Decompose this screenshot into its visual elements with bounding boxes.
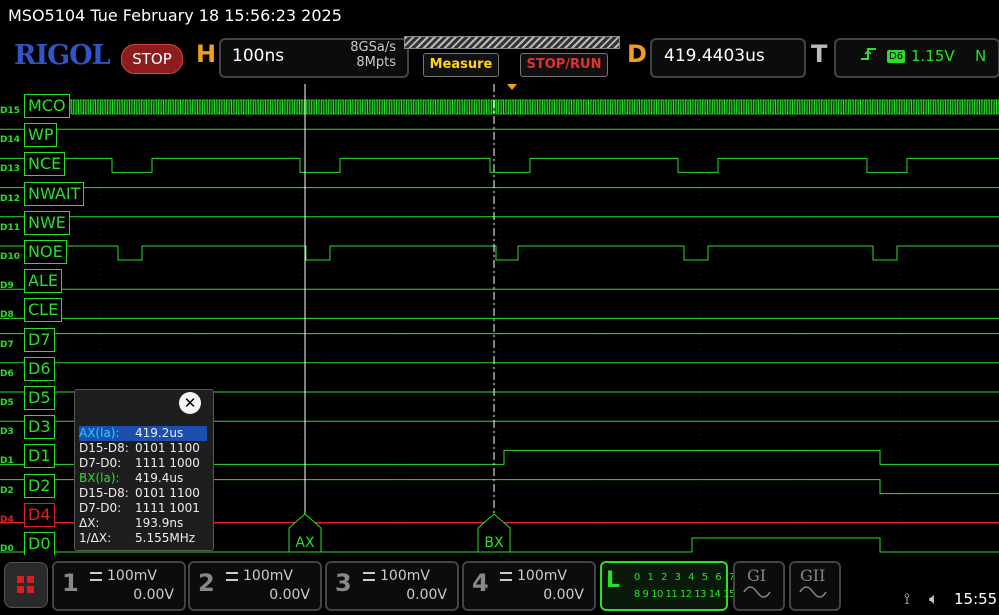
trigger-level: 1.15V (911, 47, 955, 65)
channel-tag-d0: D0 (0, 544, 14, 554)
channel-tag-d15: D15 (0, 106, 20, 116)
channel-label-cle[interactable]: CLE (24, 298, 63, 323)
generator-2-label: GII (800, 566, 826, 585)
grid (99, 84, 901, 554)
channel-label-d0[interactable]: D0 (24, 532, 55, 556)
channel-4-scale: 100mV (517, 568, 567, 584)
sine-wave-icon (799, 586, 827, 598)
sample-rate: 8GSa/s (350, 40, 396, 55)
channel-tag-d6: D6 (0, 368, 14, 379)
channel-tag-d3: D3 (0, 427, 14, 438)
channel-label-d7[interactable]: D7 (24, 327, 55, 352)
cursor-inverse-delta-x: 1/ΔX: 5.155MHz (79, 531, 196, 545)
window-title: MSO5104 Tue February 18 15:56:23 2025 (8, 6, 342, 25)
channel-2-scale: 100mV (243, 568, 293, 584)
trigger-source-badge: D6 (887, 50, 906, 63)
sine-wave-icon (743, 586, 771, 598)
channel-label-d4[interactable]: D4 (24, 502, 55, 527)
channel-1-offset: 0.00V (133, 587, 174, 603)
cursor-bx-high-byte: D15-D8: 0101 1100 (79, 486, 200, 500)
rigol-logo: RIGOL (14, 40, 111, 71)
channel-label-noe[interactable]: NOE (24, 240, 67, 264)
channel-tag-d4: D4 (0, 514, 14, 525)
dc-coupling-icon (363, 572, 375, 581)
la-channels-high: 8 9 10 11 12 13 14 15 (634, 589, 735, 600)
channel-label-d1[interactable]: D1 (24, 444, 55, 469)
dc-coupling-icon (226, 572, 238, 581)
trace-mco (69, 99, 999, 115)
cursor-bx-low-byte: D7-D0: 1111 1001 (79, 501, 200, 515)
cursor-bx-label: BX (484, 535, 504, 551)
channel-1-scale: 100mV (107, 568, 157, 584)
la-channels-low: 0 1 2 3 4 5 6 7 (634, 572, 738, 583)
clock: 15:55 (954, 590, 998, 608)
cursor-bx-row: BX(la): 419.4us (79, 471, 184, 485)
trace-nce (0, 157, 999, 173)
memory-depth: 8Mpts (356, 55, 396, 70)
trace-noe (0, 245, 999, 261)
close-icon[interactable]: ✕ (179, 392, 201, 414)
channel-label-d3[interactable]: D3 (24, 415, 55, 440)
cursor-ax-high-byte: D15-D8: 0101 1100 (79, 441, 200, 455)
measure-button[interactable]: Measure (423, 53, 499, 77)
channel-1-number: 1 (62, 569, 79, 597)
channel-tag-d1: D1 (0, 456, 14, 467)
trigger-mode: N (975, 47, 987, 65)
channel-label-d6[interactable]: D6 (24, 356, 55, 381)
channel-3-scale: 100mV (380, 568, 430, 584)
stop-run-button[interactable]: STOP/RUN (520, 53, 608, 77)
channel-label-nce[interactable]: NCE (24, 152, 66, 177)
run-state-button[interactable]: STOP (121, 44, 183, 74)
timebase-value: 100ns (232, 46, 285, 66)
channel-tag-d11: D11 (0, 222, 20, 233)
channel-label-nwait[interactable]: NWAIT (24, 181, 85, 206)
channel-4-number: 4 (472, 569, 489, 597)
cursor-delta-x: ΔX: 193.9ns (79, 516, 184, 530)
channel-2-number: 2 (198, 569, 215, 597)
channel-label-d2[interactable]: D2 (24, 473, 55, 498)
channel-tag-d9: D9 (0, 281, 14, 292)
main-menu-button[interactable] (4, 562, 48, 608)
rising-edge-icon (860, 46, 878, 66)
channel-4-offset: 0.00V (543, 587, 584, 603)
acquisition-info: 8GSa/s 8Mpts (332, 40, 396, 70)
channel-2-offset: 0.00V (269, 587, 310, 603)
channel-tag-d12: D12 (0, 193, 20, 204)
speaker-muted-icon[interactable]: 🔈︎ (929, 589, 939, 609)
channel-tag-d7: D7 (0, 339, 14, 350)
logic-analyzer-letter: L (606, 568, 621, 593)
channel-label-mco[interactable]: MCO (24, 94, 70, 118)
channel-tag-d13: D13 (0, 164, 20, 175)
channel-label-nwe[interactable]: NWE (24, 210, 70, 235)
channel-tag-d10: D10 (0, 252, 20, 262)
channel-3-offset: 0.00V (406, 587, 447, 603)
trigger-position-marker (507, 84, 517, 90)
cursor-ax-label: AX (295, 535, 315, 551)
channel-3-number: 3 (335, 569, 352, 597)
cursor-ax-low-byte: D7-D0: 1111 1000 (79, 456, 200, 470)
channel-label-wp[interactable]: WP (24, 123, 58, 148)
channel-tag-d2: D2 (0, 485, 14, 496)
delay-menu-letter[interactable]: D (627, 40, 647, 68)
channel-label-d5[interactable]: D5 (24, 386, 55, 410)
channel-tag-d5: D5 (0, 398, 14, 408)
channel-tag-d8: D8 (0, 310, 14, 321)
horizontal-menu-letter[interactable]: H (196, 40, 216, 68)
delay-value: 419.4403us (664, 46, 765, 66)
trigger-position-strip[interactable] (404, 36, 620, 49)
trigger-menu-letter[interactable]: T (811, 40, 827, 68)
generator-1-label: GI (747, 566, 767, 585)
usb-icon: ⟟ (904, 589, 910, 608)
channel-tag-d14: D14 (0, 135, 20, 146)
dc-coupling-icon (90, 572, 102, 581)
cursor-ax-row: AX(la): 419.2us (79, 426, 207, 441)
dc-coupling-icon (500, 572, 512, 581)
channel-label-ale[interactable]: ALE (24, 269, 62, 294)
